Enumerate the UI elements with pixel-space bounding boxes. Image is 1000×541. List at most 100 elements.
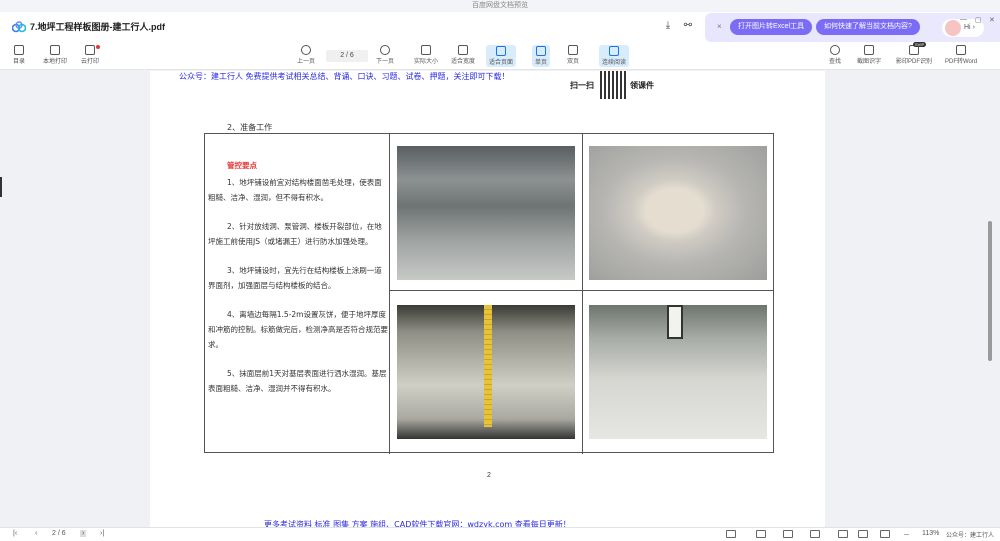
notification-dot <box>96 45 100 49</box>
search-label: 查找 <box>829 59 842 65</box>
single-view-icon[interactable] <box>726 530 736 538</box>
control-points-table: 管控要点 1、地坪铺设前宜对结构楼面凿毛处理，使表面粗糙、洁净、湿润，但不得有积… <box>204 133 774 454</box>
continuous-view-icon[interactable] <box>810 530 820 538</box>
actual-view-icon[interactable] <box>880 530 890 538</box>
photo-tape-measure <box>397 305 575 439</box>
share-icon[interactable]: ⚯ <box>681 20 695 34</box>
fit-width-icon <box>458 45 468 55</box>
qr-left-text: 扫一扫 <box>570 81 594 90</box>
zoom-out-icon[interactable]: － <box>903 530 910 540</box>
scan-pdf-button[interactable]: 影印PDF识别 <box>896 45 932 65</box>
prev-page-label: 上一页 <box>297 59 316 65</box>
continuous-button[interactable]: 连续阅读 <box>599 45 630 67</box>
pdf-to-word-label: PDF转Word <box>945 59 978 65</box>
ask-document-button[interactable]: 如何快速了解当前文档内容? <box>816 19 920 35</box>
prev-page-icon <box>301 45 311 55</box>
prev-page-button[interactable]: 上一页 <box>297 45 315 65</box>
window-title: 百度网盘文档预览 <box>0 0 1000 12</box>
photo-waterproof-patch <box>589 146 767 280</box>
photo-corridor-floor <box>589 305 767 439</box>
scroll-view-icon[interactable] <box>783 530 793 538</box>
actual-size-label: 实际大小 <box>414 59 439 65</box>
outline-icon <box>14 45 24 55</box>
actual-size-button[interactable]: 实际大小 <box>414 45 438 65</box>
control-point: 3、地坪铺设时，宜先行在结构楼板上涂刷一道界面剂，加强面层与结构楼板的结合。 <box>208 266 382 290</box>
footer-watermark: 公众号：建工行人 <box>946 533 995 539</box>
double-page-label: 双页 <box>567 59 580 65</box>
fit-page-icon <box>496 46 506 56</box>
ocr-label: 截图识字 <box>857 59 882 65</box>
download-icon[interactable]: ⤓ <box>661 20 675 34</box>
table-divider <box>582 134 583 454</box>
fit-page-view-icon[interactable] <box>858 530 868 538</box>
search-button[interactable]: 查找 <box>829 45 841 65</box>
minimize-icon[interactable]: — <box>960 16 967 23</box>
last-page-icon[interactable]: ›| <box>100 530 104 537</box>
page-indicator-input[interactable]: 2 / 6 <box>326 50 368 62</box>
image-to-excel-button[interactable]: 打开图片转Excel工具 <box>730 19 813 35</box>
single-page-label: 单页 <box>535 60 548 66</box>
double-page-icon <box>568 45 578 55</box>
prev-page-icon[interactable]: ‹ <box>35 530 37 537</box>
control-points-heading: 管控要点 <box>227 161 257 170</box>
left-edge-marker <box>0 177 2 197</box>
fit-page-button[interactable]: 适合页面 <box>486 45 517 67</box>
control-point: 1、地坪铺设前宜对结构楼面凿毛处理，使表面粗糙、洁净、湿润，但不得有积水。 <box>208 178 382 202</box>
single-page-button[interactable]: 单页 <box>532 45 551 67</box>
ai-assistant-panel: × 打开图片转Excel工具 如何快速了解当前文档内容? Hi › — ▢ ✕ <box>705 13 1000 42</box>
fit-width-button[interactable]: 适合宽度 <box>451 45 475 65</box>
cloud-print-icon <box>85 45 95 55</box>
double-view-icon[interactable] <box>756 530 766 538</box>
local-print-button[interactable]: 本地打印 <box>43 45 67 65</box>
close-window-icon[interactable]: ✕ <box>989 16 995 24</box>
first-page-icon[interactable]: |‹ <box>13 530 17 537</box>
ocr-icon <box>864 45 874 55</box>
search-icon <box>830 45 840 55</box>
top-banner-text: 公众号：建工行人 免费提供考试相关总结、背诵、口诀、习题、试卷、押题，关注即可下… <box>179 72 510 81</box>
local-print-label: 本地打印 <box>43 59 68 65</box>
next-page-icon <box>380 45 390 55</box>
single-page-icon <box>536 46 546 56</box>
double-page-button[interactable]: 双页 <box>567 45 579 65</box>
next-page-icon[interactable]: › <box>80 530 87 537</box>
scan-pdf-label: 影印PDF识别 <box>896 59 933 65</box>
assistant-avatar <box>945 20 961 36</box>
table-divider <box>389 290 774 291</box>
ocr-button[interactable]: 截图识字 <box>857 45 881 65</box>
vertical-scrollbar[interactable] <box>988 221 992 361</box>
control-points-text: 管控要点 1、地坪铺设前宜对结构楼面凿毛处理，使表面粗糙、洁净、湿润，但不得有积… <box>208 158 388 410</box>
pdf-to-word-icon <box>956 45 967 55</box>
svip-badge: SVIP <box>913 42 927 47</box>
tape-measure <box>484 305 492 427</box>
document-viewer[interactable]: 公众号：建工行人 免费提供考试相关总结、背诵、口诀、习题、试卷、押题，关注即可下… <box>0 71 1000 527</box>
restore-icon[interactable]: ▢ <box>975 16 982 24</box>
viewer-toolbar: 目录 本地打印 云打印 上一页 2 / 6 下一页 实际大小 适合宽度 适合页面… <box>0 42 1000 70</box>
doorway <box>667 305 683 339</box>
next-page-button[interactable]: 下一页 <box>376 45 394 65</box>
page-number: 2 <box>487 472 491 479</box>
document-filename: 7.地坪工程样板图册-建工行人.pdf <box>30 22 165 32</box>
footer-page-indicator[interactable]: 2 / 6 <box>52 530 66 537</box>
fit-width-label: 适合宽度 <box>451 59 476 65</box>
baidu-netdisk-logo <box>12 21 26 33</box>
bottom-banner-text: 更多考试资料 标准 图集 方案 施组、CAD软件下载官网：wdzyk.com 查… <box>264 520 571 527</box>
assistant-greeting: Hi <box>964 24 971 31</box>
outline-button[interactable]: 目录 <box>13 45 25 65</box>
cloud-print-label: 云打印 <box>81 59 100 65</box>
qr-code <box>600 71 628 99</box>
fit-width-view-icon[interactable] <box>838 530 848 538</box>
control-point: 5、抹面层前1天对基层表面进行洒水湿润。基层表面粗糙、洁净、湿润并不得有积水。 <box>208 369 387 393</box>
pdf-to-word-button[interactable]: PDF转Word <box>945 45 977 65</box>
control-point: 2、针对放线洞、泵管洞、楼板开裂部位，在地坪施工前使用JS（或堵漏王）进行防水加… <box>208 222 382 246</box>
zoom-level[interactable]: 113% <box>922 530 939 537</box>
continuous-icon <box>609 46 619 56</box>
control-point: 4、离墙边每隔1.5-2m设置灰饼，便于地坪厚度和冲筋的控制。标筋做完后，检测净… <box>208 310 388 349</box>
section-title: 2、准备工作 <box>227 123 273 132</box>
close-icon[interactable]: × <box>717 22 722 31</box>
print-icon <box>50 45 60 55</box>
actual-size-icon <box>421 45 431 55</box>
next-page-label: 下一页 <box>376 59 395 65</box>
continuous-label: 连续阅读 <box>602 60 627 66</box>
photo-roughened-floor <box>397 146 575 280</box>
document-page: 公众号：建工行人 免费提供考试相关总结、背诵、口诀、习题、试卷、押题，关注即可下… <box>150 71 825 527</box>
